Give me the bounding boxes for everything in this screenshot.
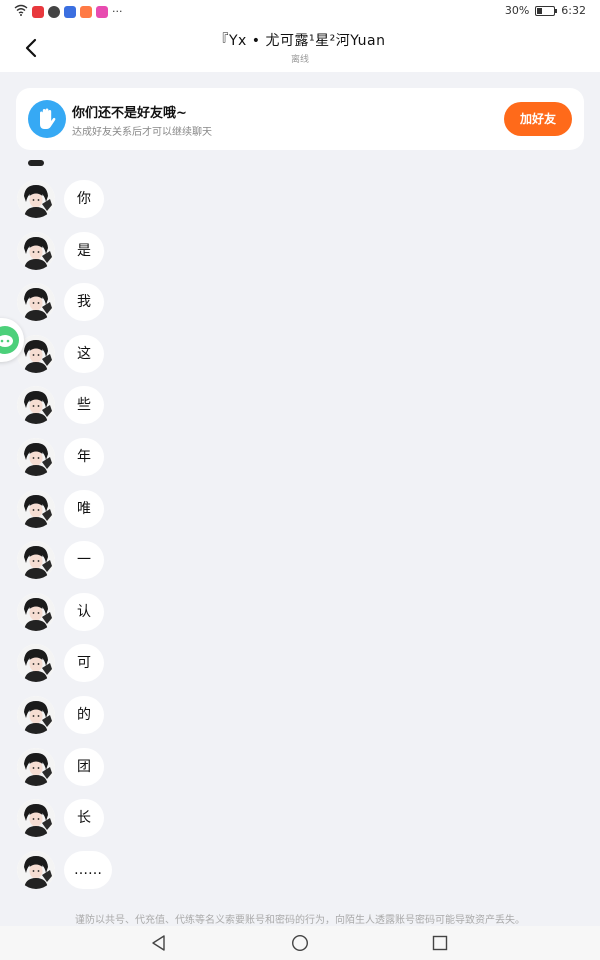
sender-avatar[interactable] [17,799,55,838]
not-friends-banner: 你们还不是好友哦~ 达成好友关系后才可以继续聊天 加好友 [16,88,584,150]
message-bubble[interactable]: 我 [64,283,104,322]
sender-avatar[interactable] [17,180,55,218]
square-recent-icon[interactable] [431,934,449,952]
message-bubble[interactable]: 长 [64,799,104,838]
triangle-back-icon[interactable] [150,934,168,952]
status-bar: ··· 30% 6:32 [0,0,600,24]
message-row: 长 [0,797,600,849]
app-notification-icon [96,5,108,18]
more-notifications-indicator: ··· [112,5,123,18]
message-bubble[interactable]: 唯 [64,489,104,528]
battery-level [537,7,543,14]
online-status: 离线 [290,55,309,65]
message-bubble[interactable]: 是 [64,231,104,270]
message-bubble[interactable]: 这 [64,334,104,373]
message-row: 认 [0,591,600,643]
battery-icon [535,5,558,16]
status-left: ··· [14,4,123,19]
sender-avatar[interactable] [17,489,55,528]
message-row: 些 [0,384,600,436]
wifi-icon [14,4,28,19]
sender-avatar[interactable] [17,747,55,786]
chat-title: 『Yx • 尤可露¹星²河Yuan [214,33,386,49]
message-bubble[interactable]: 团 [64,747,104,786]
message-bubble[interactable]: …… [64,850,112,889]
battery-percent: 30% [504,4,530,17]
message-bubble[interactable]: 认 [64,592,104,631]
message-row: 年 [0,436,600,488]
sender-avatar[interactable] [17,695,55,734]
assistant-icon [0,326,19,354]
title-area: 『Yx • 尤可露¹星²河Yuan 离线 [0,30,600,65]
clipped-avatar [28,160,44,166]
app-notification-icon [80,5,92,18]
message-row: 唯 [0,488,600,540]
sender-avatar[interactable] [17,386,55,425]
app-notification-icon [64,5,76,18]
message-bubble[interactable]: 些 [64,386,104,425]
message-row: 你 [0,178,600,230]
circle-home-icon[interactable] [291,934,309,952]
add-friend-button[interactable]: 加好友 [504,102,572,136]
app-notification-icon [32,5,44,18]
message-bubble[interactable]: 可 [64,644,104,683]
sender-avatar[interactable] [17,644,55,683]
message-row: 我 [0,281,600,333]
message-list: 你是我这些年唯一认可的团长 …… [0,178,600,900]
security-warning: 谨防以共号、代充值、代练等名义索要账号和密码的行为，向陌生人透露账号密码可能导致… [75,915,525,926]
app-notification-icon [48,5,60,18]
chat-header: 『Yx • 尤可露¹星²河Yuan 离线 [0,24,600,72]
message-row: 一 [0,539,600,591]
message-row: 是 [0,230,600,282]
message-bubble[interactable]: 的 [64,695,104,734]
banner-subtitle: 达成好友关系后才可以继续聊天 [72,127,212,138]
status-right: 30% 6:32 [505,4,586,17]
sender-avatar[interactable] [17,850,55,889]
message-row: 可 [0,642,600,694]
sender-avatar[interactable] [17,283,55,322]
message-row: 团 [0,746,600,798]
banner-title: 你们还不是好友哦~ [72,106,187,121]
sender-avatar[interactable] [17,437,55,476]
sender-avatar[interactable] [17,541,55,580]
sender-avatar[interactable] [17,592,55,631]
clock: 6:32 [561,4,586,17]
message-bubble[interactable]: 年 [64,437,104,476]
message-row: 的 [0,694,600,746]
message-row: 这 [0,333,600,385]
system-nav-bar [0,926,600,960]
sender-avatar[interactable] [17,231,55,270]
message-row: …… [0,849,600,901]
message-bubble[interactable]: 你 [64,180,104,218]
message-bubble[interactable]: 一 [64,541,104,580]
hand-wave-icon [28,100,66,138]
